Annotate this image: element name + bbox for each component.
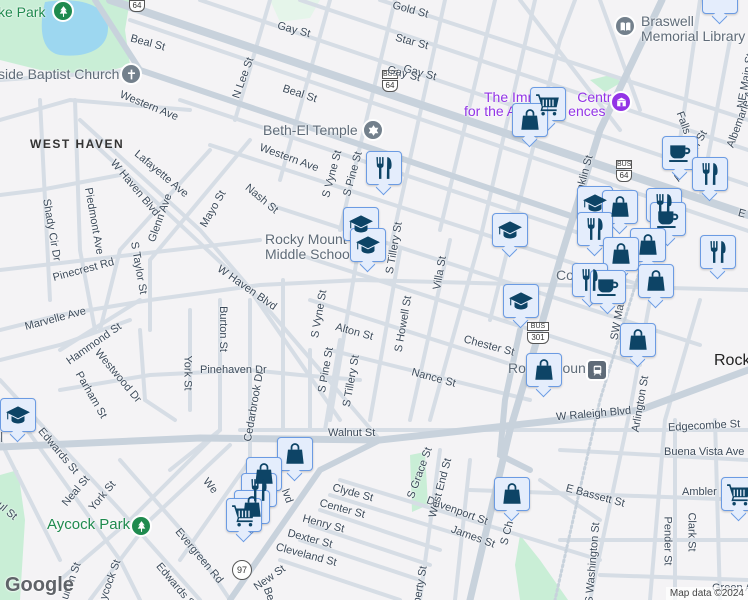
star-of-david-icon (367, 124, 380, 137)
arts-centre-pin[interactable] (610, 91, 632, 113)
museum-icon (615, 96, 628, 109)
street-label: Walnut St (328, 427, 376, 439)
station-pin[interactable] (586, 359, 608, 381)
coffee-cup-icon (595, 274, 621, 300)
aycock-park-pin[interactable] (130, 515, 152, 537)
map-marker-partial[interactable] (702, 0, 738, 14)
temple-pin[interactable] (362, 119, 384, 141)
shopping-marker[interactable] (494, 477, 530, 511)
us301-bus-shield: BUS 301 (527, 322, 549, 344)
shopping-marker[interactable] (512, 103, 548, 137)
library-label-line1: Braswell (641, 13, 694, 29)
map-attribution[interactable]: Map data ©2024 (665, 587, 748, 600)
school-label[interactable]: Rocky Mount Middle School (265, 232, 353, 262)
shopping-bag-icon (625, 327, 651, 353)
school-marker[interactable] (0, 398, 36, 432)
cafe-marker[interactable] (662, 136, 698, 170)
shopping-bag-icon (635, 232, 661, 258)
restaurant-marker[interactable] (366, 151, 402, 185)
school-marker[interactable] (350, 228, 386, 262)
cafe-marker[interactable] (650, 202, 686, 236)
grocery-marker[interactable] (226, 498, 262, 532)
school-marker[interactable] (492, 213, 528, 247)
shopping-bag-icon (531, 357, 557, 383)
temple-label[interactable]: Beth-El Temple (263, 123, 358, 138)
street-label: Clark St (685, 512, 698, 552)
shopping-cart-icon (726, 481, 748, 507)
route-number: 301 (527, 332, 549, 344)
restaurant-marker[interactable] (692, 157, 728, 191)
fork-knife-icon (371, 155, 397, 181)
shopping-bag-icon (499, 481, 525, 507)
google-logo[interactable]: Google (5, 574, 74, 597)
school-label-line1: Rocky Mount (265, 231, 347, 247)
book-icon (619, 20, 632, 33)
coffee-cup-icon (655, 206, 681, 232)
lake-park-label[interactable]: ke Park (0, 5, 45, 20)
map-base-layer (0, 0, 748, 600)
street-label: Burton St (216, 306, 229, 352)
cross-icon (125, 68, 138, 81)
street-label: Pender St (661, 516, 674, 566)
tree-icon (57, 5, 70, 18)
shopping-marker[interactable] (630, 228, 666, 262)
graduation-cap-icon (5, 402, 31, 428)
graduation-cap-icon (497, 217, 523, 243)
graduation-cap-icon (508, 288, 534, 314)
city-label: Rock (714, 352, 748, 369)
library-pin[interactable] (614, 15, 636, 37)
neighborhood-label: WEST HAVEN (30, 137, 125, 151)
graduation-cap-icon (582, 190, 608, 216)
us64-bus-shield: BUS 64 (616, 160, 632, 182)
bus-tag: BUS (616, 160, 632, 169)
arts-line2-a: for the A (464, 103, 517, 119)
shopping-bag-icon (608, 241, 634, 267)
train-icon (591, 364, 604, 377)
nc97-shield: 97 (232, 560, 252, 580)
shopping-bag-icon (607, 194, 633, 220)
street-label: Buena Vista Ave (664, 446, 745, 458)
restaurant-marker[interactable] (700, 235, 736, 269)
street-label: Ambler (682, 486, 717, 498)
shopping-marker[interactable] (526, 353, 562, 387)
library-label-line2: Memorial Library (641, 28, 746, 44)
library-label[interactable]: Braswell Memorial Library (641, 14, 745, 44)
shopping-marker[interactable] (620, 323, 656, 357)
shopping-bag-icon (643, 268, 669, 294)
church-label[interactable]: side Baptist Church (0, 67, 119, 82)
school-label-line2: Middle School (265, 246, 353, 262)
fork-knife-icon (697, 161, 723, 187)
aycock-park-label[interactable]: Aycock Park (47, 517, 130, 532)
route-number: 64 (129, 0, 145, 12)
park-pin[interactable] (52, 0, 74, 22)
us64-bus-shield: 64 (129, 0, 145, 12)
church-pin[interactable] (120, 63, 142, 85)
bus-tag: BUS (527, 322, 549, 331)
shopping-bag-icon (282, 441, 308, 467)
shopping-marker[interactable] (603, 237, 639, 271)
street-label: York St (181, 355, 194, 391)
school-marker[interactable] (503, 284, 539, 318)
shopping-cart-icon (231, 502, 257, 528)
map-canvas[interactable]: ke Park side Baptist Church Beth-El Temp… (0, 0, 748, 600)
shopping-bag-icon (517, 107, 543, 133)
graduation-cap-icon (355, 232, 381, 258)
shopping-marker[interactable] (277, 437, 313, 471)
fork-knife-icon (582, 216, 608, 242)
fork-knife-icon (705, 239, 731, 265)
grocery-marker[interactable] (721, 477, 748, 511)
tree-icon (135, 520, 148, 533)
coffee-cup-icon (667, 140, 693, 166)
route-number: 64 (382, 80, 398, 92)
poi-label-partial-left: l (0, 429, 4, 445)
cafe-marker[interactable] (590, 270, 626, 304)
shopping-marker[interactable] (638, 264, 674, 298)
route-number: 64 (616, 170, 632, 182)
arts-line2-b: ences (568, 103, 606, 119)
